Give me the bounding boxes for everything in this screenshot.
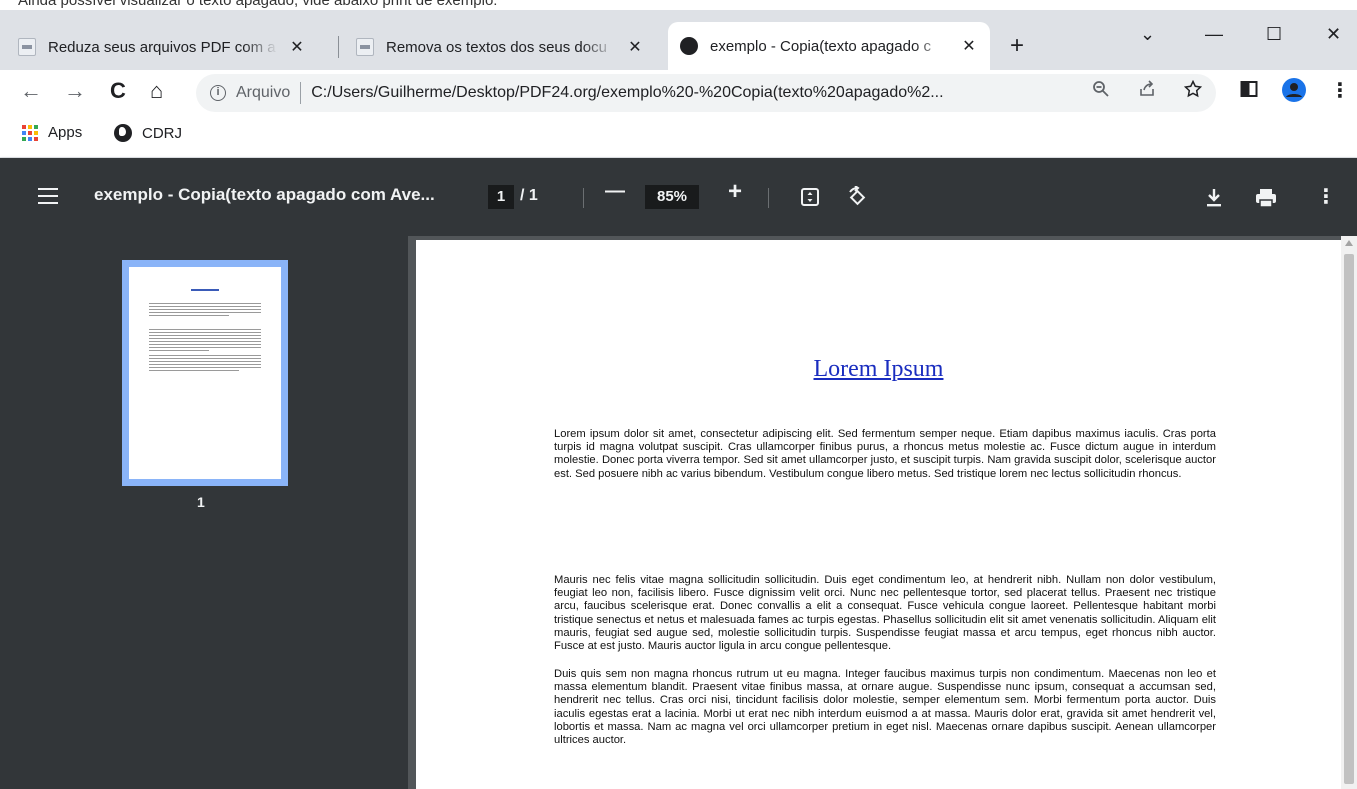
page-number-input[interactable]: 1 (488, 185, 514, 209)
profile-avatar-icon[interactable] (1282, 78, 1306, 107)
site-info-icon[interactable]: i (210, 85, 226, 101)
page-thumbnail[interactable] (122, 260, 288, 486)
globe-icon (114, 124, 132, 142)
pdf-viewer[interactable]: Lorem Ipsum Lorem ipsum dolor sit amet, … (408, 236, 1357, 789)
side-panel-icon[interactable] (1240, 80, 1258, 103)
zoom-out-icon[interactable] (1092, 80, 1110, 103)
more-actions-icon[interactable]: ⋮ (1316, 184, 1336, 209)
close-window-button[interactable]: ✕ (1326, 24, 1341, 45)
close-tab-icon[interactable]: ✕ (960, 36, 978, 56)
back-button[interactable]: ← (20, 78, 42, 104)
thumbnail-page-number: 1 (197, 494, 205, 510)
vertical-scrollbar[interactable] (1341, 236, 1357, 789)
share-icon[interactable] (1138, 80, 1156, 103)
bookmark-cdrj[interactable]: CDRJ (114, 124, 182, 142)
globe-icon (680, 37, 698, 55)
tab-title: Remova os textos dos seus docu (386, 38, 607, 56)
tab-title: exemplo - Copia(texto apagado c (710, 37, 931, 55)
apps-grid-icon (22, 124, 38, 141)
menu-icon[interactable] (38, 188, 58, 209)
paragraph-1: Lorem ipsum dolor sit amet, consectetur … (554, 428, 1216, 480)
bookmarks-bar: Apps CDRJ (0, 116, 1357, 158)
tab-exemplo[interactable]: exemplo - Copia(texto apagado c ✕ (668, 22, 990, 70)
tab-remova[interactable]: Remova os textos dos seus docu ✕ (356, 22, 644, 72)
cut-off-caption: Ainda possível visualizar o texto apagad… (0, 0, 1357, 10)
tab-title: Reduza seus arquivos PDF com a (48, 38, 276, 56)
minimize-button[interactable]: — (1205, 24, 1223, 45)
print-icon[interactable] (1255, 188, 1277, 214)
pdf24-favicon-icon (356, 38, 374, 56)
close-tab-icon[interactable]: ✕ (288, 37, 306, 57)
document-heading: Lorem Ipsum (813, 356, 944, 382)
zoom-input[interactable]: 85% (645, 185, 699, 209)
thumbnail-sidebar: 1 (0, 236, 408, 789)
scheme-divider (300, 82, 302, 104)
url-text[interactable]: C:/Users/Guilherme/Desktop/PDF24.org/exe… (311, 84, 1041, 102)
paragraph-2: Mauris nec felis vitae magna sollicitudi… (554, 574, 1216, 653)
download-icon[interactable] (1205, 188, 1223, 214)
scrollbar-thumb[interactable] (1344, 254, 1354, 784)
fit-page-icon[interactable] (800, 187, 820, 213)
scroll-up-arrow[interactable] (1345, 240, 1353, 246)
close-tab-icon[interactable]: ✕ (626, 37, 644, 57)
thumbnail-page (129, 267, 281, 479)
star-icon[interactable] (1183, 79, 1203, 103)
pdf-document-title: exemplo - Copia(texto apagado com Ave... (94, 185, 435, 204)
pdf-toolbar: exemplo - Copia(texto apagado com Ave...… (0, 158, 1357, 236)
bookmark-apps[interactable]: Apps (22, 124, 82, 141)
reload-button[interactable]: C (110, 78, 126, 104)
tab-divider (338, 36, 339, 58)
rotate-icon[interactable] (846, 185, 868, 214)
toolbar-divider (768, 188, 769, 208)
zoom-in-button[interactable]: + (728, 178, 742, 206)
new-tab-button[interactable]: + (1010, 32, 1024, 60)
toolbar-divider (583, 188, 584, 208)
tab-reduza[interactable]: Reduza seus arquivos PDF com a ✕ (18, 22, 306, 72)
tab-search-icon[interactable]: ⌄ (1140, 24, 1155, 45)
maximize-button[interactable]: ☐ (1266, 24, 1282, 45)
pdf24-favicon-icon (18, 38, 36, 56)
page-total: / 1 (520, 187, 538, 204)
scheme-label: Arquivo (236, 84, 291, 101)
pdf-page: Lorem Ipsum Lorem ipsum dolor sit amet, … (416, 240, 1341, 789)
tab-strip: Reduza seus arquivos PDF com a ✕ Remova … (0, 10, 1357, 70)
browser-toolbar: ← → C ⌂ i Arquivo C:/Users/Guilherme/Des… (0, 70, 1357, 116)
browser-menu-icon[interactable]: ⋮ (1330, 78, 1350, 103)
forward-button[interactable]: → (64, 78, 86, 104)
paragraph-3: Duis quis sem non magna rhoncus rutrum u… (554, 668, 1216, 747)
address-bar[interactable]: i Arquivo C:/Users/Guilherme/Desktop/PDF… (196, 74, 1216, 112)
bookmark-label: CDRJ (142, 124, 182, 142)
zoom-out-button[interactable]: — (605, 180, 625, 203)
home-button[interactable]: ⌂ (150, 78, 163, 104)
bookmark-label: Apps (48, 124, 83, 141)
